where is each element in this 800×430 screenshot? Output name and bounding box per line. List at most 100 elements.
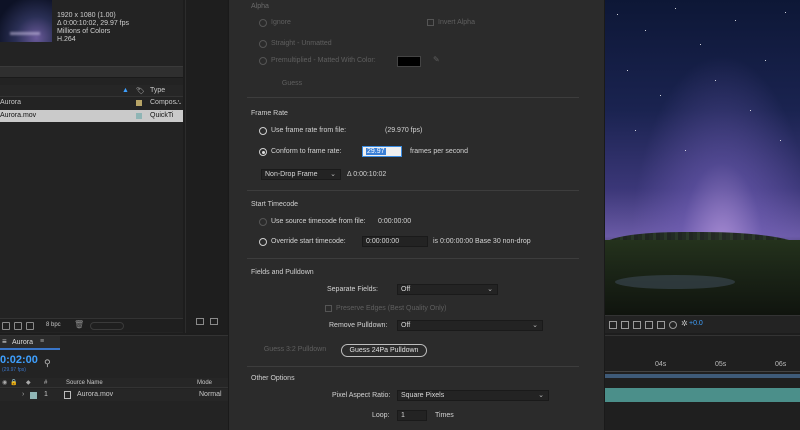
label-tag-icon[interactable]: 🏷 [136, 87, 145, 95]
fps-unit-label: frames per second [410, 148, 468, 155]
new-comp-icon[interactable] [26, 322, 34, 330]
drop-frame-select[interactable]: Non-Drop Frame ⌄ [261, 169, 341, 180]
meta-colors: Millions of Colors [57, 28, 111, 35]
mask-visibility-icon[interactable] [657, 321, 665, 329]
matte-color-swatch[interactable] [397, 56, 421, 67]
project-search-input[interactable] [0, 66, 183, 78]
use-file-rate-label: Use frame rate from file: [271, 127, 347, 134]
preserve-edges-checkbox[interactable] [325, 305, 332, 312]
trash-icon[interactable]: 🗑 [74, 320, 84, 329]
footage-thumbnail [0, 0, 52, 42]
eyedropper-icon[interactable]: ✎ [433, 55, 440, 64]
bit-depth-button[interactable]: 8 bpc [46, 322, 61, 328]
label-swatch[interactable] [30, 392, 37, 399]
project-item-aurora-comp[interactable]: Aurora Compos ⛬ [0, 97, 183, 109]
col-mode[interactable]: Mode [197, 378, 212, 388]
resolution-icon[interactable] [621, 321, 629, 329]
av-switch-icon[interactable]: ◉ [2, 378, 7, 388]
label-swatch[interactable] [136, 100, 142, 106]
river [615, 275, 735, 289]
meta-resolution: 1920 x 1080 (1.00) [57, 12, 116, 19]
tab-aurora[interactable]: ≡ Aurora ≡ [0, 336, 60, 350]
fields-section-title: Fields and Pulldown [251, 269, 314, 276]
project-footer: 8 bpc 🗑 [0, 318, 183, 332]
current-time-display[interactable]: 0:02:00 [0, 354, 38, 366]
chevron-down-icon: ⌄ [538, 392, 544, 399]
composition-viewer[interactable] [605, 0, 800, 315]
item-type: Compos [150, 99, 177, 106]
layer-row[interactable]: › 1 Aurora.mov Normal [0, 389, 228, 401]
channel-icon[interactable] [609, 321, 617, 329]
time-ruler[interactable]: 04s 05s 06s [605, 358, 800, 372]
par-label: Pixel Aspect Ratio: [332, 392, 391, 399]
roi-icon[interactable] [633, 321, 641, 329]
loop-field[interactable]: 1 [397, 410, 427, 421]
separate-fields-value: Off [401, 286, 411, 293]
override-tc-radio[interactable] [259, 238, 267, 246]
par-select[interactable]: Square Pixels ⌄ [397, 390, 549, 401]
override-tc-field[interactable]: 0:00:00:00 [362, 236, 428, 247]
project-panel: 1920 x 1080 (1.00) Δ 0:00:10:02, 29.97 f… [0, 0, 183, 333]
region-icon[interactable] [210, 318, 218, 325]
use-file-rate-radio[interactable] [259, 127, 267, 135]
conform-rate-field[interactable]: 29.97 [362, 146, 402, 157]
ruler-label: 05s [715, 361, 727, 368]
project-column-header: ▲ 🏷 Type [0, 85, 183, 97]
alpha-straight-radio[interactable] [259, 40, 267, 48]
override-tc-info: is 0:00:00:00 Base 30 non-drop [433, 238, 531, 245]
conform-rate-label: Conform to frame rate: [271, 148, 342, 155]
close-tab-icon[interactable]: ≡ [40, 338, 44, 345]
col-source-name[interactable]: Source Name [66, 378, 103, 388]
project-item-aurora-mov[interactable]: Aurora.mov QuickTi [0, 110, 183, 122]
layer-name[interactable]: Aurora.mov [77, 389, 113, 401]
flowchart-icon[interactable]: ⛬ [176, 97, 181, 109]
label-icon[interactable]: ◆ [26, 378, 31, 388]
layer-mode[interactable]: Normal [199, 389, 222, 401]
thumbnail-slider[interactable] [90, 322, 124, 330]
hamburger-icon[interactable]: ≡ [2, 337, 7, 346]
alpha-premult-radio[interactable] [259, 57, 267, 65]
label-swatch[interactable] [136, 113, 142, 119]
gear-icon[interactable]: ✲ [681, 319, 688, 328]
use-source-tc-label: Use source timecode from file: [271, 218, 366, 225]
preserve-edges-label: Preserve Edges (Best Quality Only) [336, 305, 447, 312]
transparency-grid-icon[interactable] [645, 321, 653, 329]
sort-up-icon[interactable]: ▲ [122, 87, 129, 94]
source-tc-value: 0:00:00:00 [378, 218, 412, 225]
interpret-footage-icon[interactable] [2, 322, 10, 330]
exposure-value[interactable]: +0.0 [689, 320, 703, 327]
duration-readout: Δ 0:00:10:02 [347, 171, 387, 178]
col-type[interactable]: Type [150, 87, 165, 94]
interpret-footage-dialog: Alpha Ignore Invert Alpha Straight - Unm… [228, 0, 605, 430]
separate-fields-select[interactable]: Off ⌄ [397, 284, 498, 295]
work-area-bar[interactable] [605, 374, 800, 378]
alpha-ignore-label: Ignore [271, 19, 291, 26]
guess-24pa-pulldown-button[interactable]: Guess 24Pa Pulldown [341, 344, 427, 357]
camera-icon[interactable] [669, 321, 677, 329]
remove-pulldown-select[interactable]: Off ⌄ [397, 320, 543, 331]
snapshot-icon[interactable] [196, 318, 204, 325]
conform-rate-radio[interactable] [259, 148, 267, 156]
expand-chevron-icon[interactable]: › [22, 389, 24, 401]
invert-alpha-checkbox[interactable] [427, 19, 434, 26]
separate-fields-label: Separate Fields: [327, 286, 378, 293]
override-tc-value: 0:00:00:00 [366, 238, 400, 245]
item-type: QuickTi [150, 112, 174, 119]
new-folder-icon[interactable] [14, 322, 22, 330]
file-rate-value: (29.970 fps) [385, 127, 423, 134]
guess-32-pulldown-button[interactable]: Guess 3:2 Pulldown [257, 344, 333, 357]
divider [247, 258, 579, 259]
layer-track-bar[interactable] [605, 388, 800, 402]
search-icon[interactable]: ⚲ [44, 358, 56, 368]
chevron-down-icon: ⌄ [532, 322, 538, 329]
alpha-guess-button[interactable]: Guess [275, 78, 309, 91]
ruler-label: 06s [775, 361, 787, 368]
footage-file-icon [64, 391, 71, 399]
use-source-tc-radio[interactable] [259, 218, 267, 226]
lock-icon[interactable]: 🔒 [10, 378, 17, 388]
timeline-graph[interactable]: 04s 05s 06s [605, 335, 800, 430]
ruler-label: 04s [655, 361, 667, 368]
alpha-ignore-radio[interactable] [259, 19, 267, 27]
frame-rate-section-title: Frame Rate [251, 110, 288, 117]
other-options-section-title: Other Options [251, 375, 295, 382]
